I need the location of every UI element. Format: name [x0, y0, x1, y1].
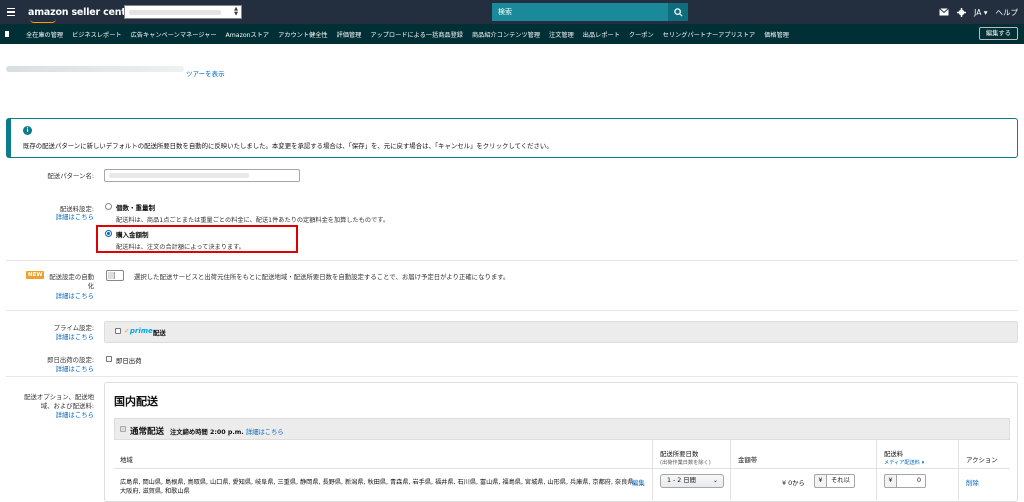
column-action: アクション [966, 456, 998, 464]
standard-title: 通常配送 [130, 427, 165, 437]
alert-message: 既存の配送パターンに新しいデフォルトの配送所要日数を自動的に反映いたしました。本… [23, 142, 553, 150]
chevron-down-icon: ⌄ [712, 477, 718, 484]
edit-nav-button[interactable]: 編集する [978, 27, 1018, 40]
standard-checkbox[interactable] [120, 426, 126, 432]
cutoff-text: 注文締め時間 2:00 p.m. 詳細はこちら [170, 429, 284, 436]
search-bar: 検索 [492, 3, 688, 21]
auto-setting-desc: 選択した配送サービスと出荷元住所をもとに配送地域・配送所要日数を自動設定すること… [134, 273, 510, 281]
column-separator [730, 440, 731, 500]
nav-item-ad-manager[interactable]: 広告キャンペーンマネージャー [131, 30, 217, 39]
column-separator [958, 440, 959, 500]
amount-upper-input[interactable]: それ以 [826, 474, 855, 488]
menu-icon[interactable] [2, 0, 20, 24]
new-badge: NEW [26, 271, 45, 279]
nav-item-inventory[interactable]: 全在庫の管理 [26, 30, 63, 39]
bookmark-icon[interactable] [0, 24, 14, 44]
nav-item-stores[interactable]: Amazonストア [226, 30, 270, 39]
prime-checkbox[interactable] [115, 328, 121, 334]
auto-details-link[interactable]: 詳細はこちら [56, 291, 94, 300]
divider [6, 260, 1018, 261]
amount-from: ¥ 0から [782, 479, 805, 487]
info-alert: i 既存の配送パターンに新しいデフォルトの配送所要日数を自動的に反映いたしました… [6, 118, 1018, 158]
search-button[interactable] [668, 3, 688, 21]
auto-setting-label: 配送設定の自動 [49, 273, 94, 281]
prime-setting-box [104, 321, 1018, 343]
pattern-name-input[interactable] [104, 169, 300, 182]
nav-item-feedback[interactable]: 評価管理 [337, 30, 362, 39]
nav-bar: 全在庫の管理 ビジネスレポート 広告キャンペーンマネージャー Amazonストア… [0, 24, 1024, 44]
option-item-weight-title: 個数・重量制 [116, 204, 155, 212]
marketplace-selector[interactable]: ▲ ▼ [124, 5, 242, 19]
column-fee: 配送料 [884, 450, 904, 458]
select-arrows-icon: ▲ ▼ [234, 6, 238, 17]
column-transit: 配送所要日数 [660, 450, 699, 458]
gear-icon[interactable] [957, 7, 967, 17]
sameday-checkbox[interactable] [106, 356, 112, 362]
divider [6, 376, 1018, 377]
option-item-weight-desc: 配送料は、商品1点ごとまたは重量ごとの料金に、配送1件あたりの定額料金を加算した… [116, 217, 390, 224]
language-selector[interactable]: JA ▾ [974, 8, 987, 17]
nav-item-business-reports[interactable]: ビジネスレポート [72, 30, 122, 39]
amount-upper-field[interactable]: ¥ それ以 [814, 474, 855, 488]
page-title [6, 66, 186, 73]
info-icon: i [23, 126, 32, 135]
currency-unit: ¥ [884, 474, 896, 488]
option-item-weight[interactable]: 個数・重量制 配送料は、商品1点ごとまたは重量ごとの料金に、配送1件あたりの定額… [105, 202, 389, 224]
sameday-text: 即日出荷 [116, 357, 142, 365]
column-region: 地域 [120, 456, 133, 464]
prime-logo: ✓prime [124, 327, 153, 335]
sameday-details-link[interactable]: 詳細はこちら [56, 364, 94, 373]
radio-item-weight[interactable] [105, 203, 112, 210]
nav-item-app-store[interactable]: セリングパートナーアプリストア [663, 30, 756, 39]
fee-field[interactable]: ¥ 0 [884, 474, 926, 488]
fee-details-link[interactable]: 詳細はこちら [56, 212, 94, 221]
divider [6, 310, 1018, 311]
table-row-divider [114, 468, 1010, 469]
prime-label: プライム設定: [53, 324, 94, 332]
nav-item-bulk-upload[interactable]: アップロードによる一括商品登録 [370, 30, 463, 39]
region-edit-link[interactable]: 編集 [632, 478, 645, 487]
prime-details-link[interactable]: 詳細はこちら [56, 332, 94, 341]
nav-item-account-health[interactable]: アカウント健全性 [278, 30, 328, 39]
cutoff-details-link[interactable]: 詳細はこちら [246, 429, 284, 436]
options-label: 配送オプション、配送地 [24, 393, 94, 401]
options-label-2: 域、および配送料: [40, 402, 94, 410]
domestic-title: 国内配送 [114, 395, 158, 408]
auto-setting-toggle[interactable] [106, 270, 124, 281]
search-input[interactable]: 検索 [492, 3, 668, 21]
sameday-label: 即日出荷の設定: [47, 356, 94, 364]
fee-input[interactable]: 0 [896, 474, 926, 488]
highlight-annotation [96, 225, 298, 253]
column-transit-sub: (出荷作業日数を除く) [660, 460, 711, 466]
nav-item-pricing[interactable]: 価格管理 [764, 30, 789, 39]
brand-logo[interactable]: amazon seller central [28, 7, 140, 23]
help-link[interactable]: ヘルプ [996, 7, 1019, 18]
column-fee-sub[interactable]: メディア配送料 ▾ [884, 459, 924, 466]
transit-select[interactable]: 1 - 2 日間 ⌄ [660, 474, 724, 488]
nav-item-aplus-content[interactable]: 商品紹介コンテンツ管理 [472, 30, 540, 39]
pattern-name-label: 配送パターン名: [47, 172, 94, 180]
nav-item-coupons[interactable]: クーポン [629, 30, 654, 39]
tour-link[interactable]: ツアーを表示 [186, 68, 225, 78]
mail-icon[interactable] [939, 8, 949, 16]
column-amount-band: 金額帯 [738, 456, 758, 464]
prime-text: 配送 [153, 329, 166, 337]
column-separator [876, 440, 877, 500]
options-details-link[interactable]: 詳細はこちら [56, 410, 94, 419]
delete-link[interactable]: 削除 [966, 478, 979, 487]
nav-item-listing-reports[interactable]: 出品レポート [583, 30, 620, 39]
top-right-tools: JA ▾ ヘルプ [939, 0, 1018, 24]
currency-unit: ¥ [814, 474, 826, 488]
region-list: 広島県, 岡山県, 島根県, 鳥取県, 山口県, 愛知県, 岐阜県, 三重県, … [120, 479, 636, 495]
nav-item-orders[interactable]: 注文管理 [549, 30, 574, 39]
search-icon [673, 7, 683, 17]
column-separator [652, 440, 653, 500]
auto-setting-label-2: 化 [87, 282, 94, 290]
